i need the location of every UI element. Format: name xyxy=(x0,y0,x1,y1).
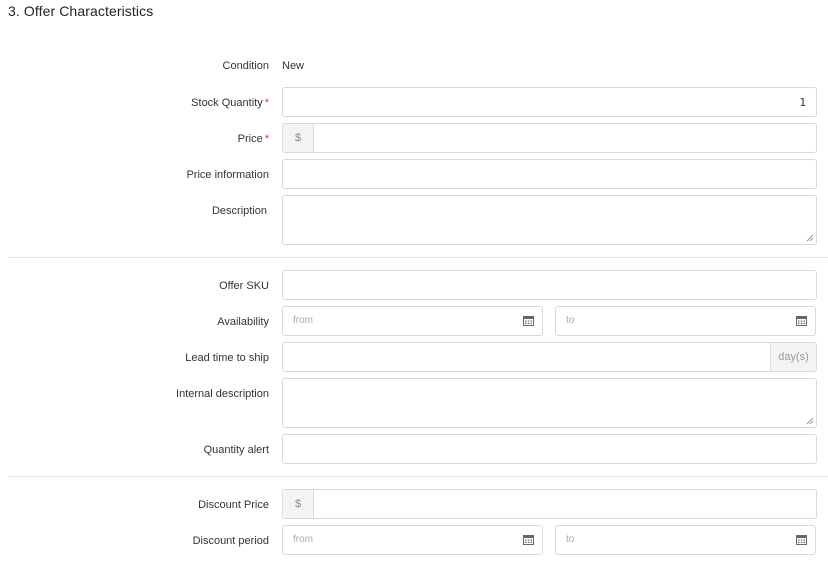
lead-time-unit: day(s) xyxy=(770,343,816,371)
calendar-icon[interactable] xyxy=(796,534,807,545)
required-mark: * xyxy=(264,97,269,109)
calendar-icon[interactable] xyxy=(796,315,807,326)
discount-price-input[interactable]: $ xyxy=(282,489,817,519)
internal-description-label: Internal description xyxy=(176,388,269,400)
discount-period-to-input[interactable]: to xyxy=(555,525,816,555)
stock-quantity-input[interactable]: 1 xyxy=(282,87,817,117)
availability-to-placeholder: to xyxy=(566,315,575,326)
stock-quantity-value: 1 xyxy=(799,96,806,109)
currency-prefix: $ xyxy=(283,490,314,518)
price-information-label: Price information xyxy=(186,169,269,181)
discount-period-to-placeholder: to xyxy=(566,534,575,545)
price-information-input[interactable] xyxy=(282,159,817,189)
divider xyxy=(8,476,828,477)
resize-handle-icon[interactable] xyxy=(806,417,814,425)
discount-price-label: Discount Price xyxy=(198,499,269,511)
description-label: Description xyxy=(211,205,267,217)
stock-quantity-label: Stock Quantity * xyxy=(0,96,269,110)
currency-prefix: $ xyxy=(283,124,314,152)
calendar-icon[interactable] xyxy=(523,315,534,326)
quantity-alert-input[interactable] xyxy=(282,434,817,464)
availability-to-input[interactable]: to xyxy=(555,306,816,336)
discount-period-label: Discount period xyxy=(192,535,269,547)
condition-label: Condition xyxy=(222,60,269,72)
availability-from-placeholder: from xyxy=(293,315,313,326)
lead-time-label: Lead time to ship xyxy=(185,352,269,364)
section-title: 3. Offer Characteristics xyxy=(8,3,154,19)
discount-period-from-placeholder: from xyxy=(293,534,313,545)
lead-time-input[interactable]: day(s) xyxy=(282,342,817,372)
availability-label: Availability xyxy=(217,316,269,328)
description-textarea[interactable] xyxy=(282,195,817,245)
stock-quantity-label-text: Stock Quantity xyxy=(191,97,263,109)
resize-handle-icon[interactable] xyxy=(806,234,814,242)
offer-sku-input[interactable] xyxy=(282,270,817,300)
discount-period-from-input[interactable]: from xyxy=(282,525,543,555)
internal-description-textarea[interactable] xyxy=(282,378,817,428)
required-mark: * xyxy=(264,133,269,145)
quantity-alert-label: Quantity alert xyxy=(203,444,269,456)
price-label-text: Price xyxy=(237,133,263,145)
condition-value: New xyxy=(282,60,305,72)
price-label: Price * xyxy=(0,132,269,146)
calendar-icon[interactable] xyxy=(523,534,534,545)
price-input[interactable]: $ xyxy=(282,123,817,153)
availability-from-input[interactable]: from xyxy=(282,306,543,336)
offer-sku-label: Offer SKU xyxy=(219,280,269,292)
divider xyxy=(8,257,828,258)
